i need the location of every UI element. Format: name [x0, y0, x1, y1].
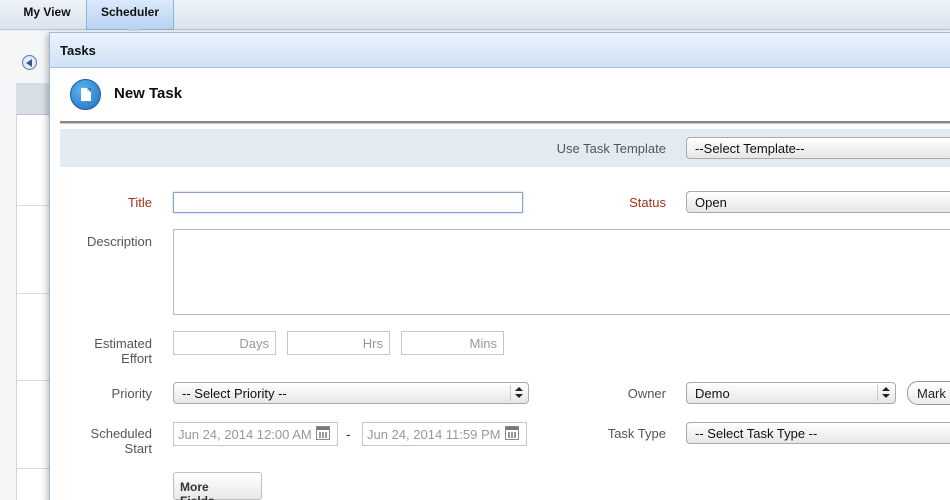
previous-arrow-icon[interactable]: [22, 55, 37, 70]
scheduled-start-date-value: Jun 24, 2014 12:00 AM: [178, 427, 312, 442]
scheduled-start-label-line1: Scheduled: [90, 426, 152, 441]
effort-minutes-input[interactable]: Mins: [401, 331, 504, 355]
scheduled-end-date-input[interactable]: Jun 24, 2014 11:59 PM: [362, 422, 527, 446]
header-divider: [60, 121, 950, 124]
scheduled-start-label-line2: Start: [124, 441, 152, 456]
tab-my-view[interactable]: My View: [12, 0, 82, 30]
owner-label: Owner: [627, 386, 666, 401]
priority-select[interactable]: -- Select Priority --: [173, 382, 529, 404]
select-arrows-icon: [882, 387, 890, 399]
title-label: Title: [127, 195, 152, 210]
calendar-icon[interactable]: [316, 426, 330, 440]
more-fields-button[interactable]: More Fields...: [173, 472, 262, 500]
scheduled-start-date-input[interactable]: Jun 24, 2014 12:00 AM: [173, 422, 338, 446]
dialog-title: Tasks: [50, 33, 950, 68]
task-type-select[interactable]: -- Select Task Type --: [686, 422, 950, 444]
select-arrows-icon: [515, 387, 523, 399]
document-icon: [70, 79, 101, 110]
template-select[interactable]: --Select Template--: [686, 137, 950, 159]
select-divider: [877, 385, 878, 401]
form-title: New Task: [114, 85, 183, 102]
scheduled-start-label: Scheduled Start: [70, 426, 152, 456]
template-select-value: --Select Template--: [695, 141, 805, 156]
estimated-effort-label: Estimated Effort: [70, 336, 152, 366]
effort-days-input[interactable]: Days: [173, 331, 276, 355]
scheduled-end-date-value: Jun 24, 2014 11:59 PM: [367, 427, 501, 442]
top-tab-bar: My View Scheduler: [0, 0, 950, 34]
description-label: Description: [86, 234, 152, 249]
tasks-dialog: Tasks New Task Use Task Template --Selec…: [49, 32, 950, 500]
status-select-value: Open: [695, 195, 727, 210]
dialog-body: New Task Use Task Template --Select Temp…: [60, 69, 950, 500]
mark-button[interactable]: Mark: [907, 381, 950, 405]
calendar-icon[interactable]: [505, 426, 519, 440]
status-label: Status: [629, 195, 666, 210]
priority-label: Priority: [111, 386, 152, 401]
tab-scheduler[interactable]: Scheduler: [86, 0, 174, 30]
task-type-label: Task Type: [607, 426, 666, 441]
priority-select-value: -- Select Priority --: [182, 386, 287, 401]
template-label: Use Task Template: [556, 141, 666, 156]
estimated-effort-label-line2: Effort: [121, 351, 152, 366]
title-input[interactable]: [173, 192, 523, 213]
estimated-effort-label-line1: Estimated: [94, 336, 152, 351]
owner-select-value: Demo: [695, 386, 730, 401]
date-range-dash: -: [346, 426, 351, 442]
owner-select[interactable]: Demo: [686, 382, 896, 404]
select-divider: [510, 385, 511, 401]
status-select[interactable]: Open: [686, 191, 950, 213]
form-header: New Task: [60, 69, 950, 119]
description-textarea[interactable]: [173, 229, 950, 315]
effort-hours-input[interactable]: Hrs: [287, 331, 390, 355]
task-type-select-value: -- Select Task Type --: [695, 426, 818, 441]
